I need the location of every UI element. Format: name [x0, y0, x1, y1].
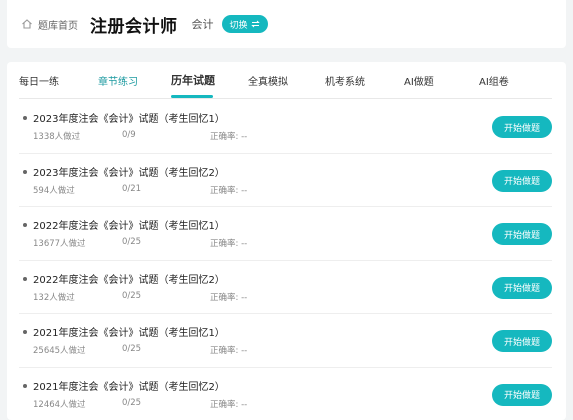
- progress-count: 0/25: [122, 290, 142, 301]
- attempt-count: 25645人做过: [33, 346, 86, 356]
- breadcrumb-home[interactable]: 题库首页: [38, 17, 78, 32]
- bullet-dot: [23, 223, 27, 227]
- progress-count: 0/25: [122, 344, 142, 354]
- progress-count: 0/21: [122, 183, 142, 194]
- start-practice-button[interactable]: 开始做题: [492, 383, 552, 406]
- paper-row: 2022年度注会《会计》试题（考生回忆2） 132人做过 0/25 正确率: -…: [19, 261, 552, 314]
- start-practice-button[interactable]: 开始做题: [492, 330, 552, 352]
- tab-ai-practice[interactable]: AI做题: [404, 73, 434, 88]
- progress-count: 0/25: [122, 237, 142, 247]
- paper-row: 2023年度注会《会计》试题（考生回忆2） 594人做过 0/21 正确率: -…: [19, 154, 552, 207]
- paper-title: 2023年度注会《会计》试题（考生回忆1）: [33, 114, 225, 125]
- home-icon[interactable]: [21, 18, 33, 30]
- tab-daily-practice[interactable]: 每日一练: [19, 73, 59, 88]
- main-panel: 每日一练 章节练习 历年试题 全真模拟 机考系统 AI做题 AI组卷 2023年…: [7, 62, 566, 420]
- paper-row: 2021年度注会《会计》试题（考生回忆1） 25645人做过 0/25 正确率:…: [19, 314, 552, 368]
- active-tab-indicator: [171, 95, 213, 98]
- accuracy-rate: 正确率: --: [210, 132, 248, 142]
- tab-full-mock[interactable]: 全真模拟: [248, 73, 288, 88]
- paper-row: 2022年度注会《会计》试题（考生回忆1） 13677人做过 0/25 正确率:…: [19, 207, 552, 261]
- paper-title: 2022年度注会《会计》试题（考生回忆1）: [33, 221, 225, 232]
- paper-title: 2021年度注会《会计》试题（考生回忆2）: [33, 381, 225, 393]
- bullet-dot: [23, 383, 27, 388]
- tab-ai-paper[interactable]: AI组卷: [479, 73, 509, 88]
- subject-label: 会计: [191, 18, 214, 31]
- paper-title: 2022年度注会《会计》试题（考生回忆2）: [33, 274, 225, 286]
- tab-bar: 每日一练 章节练习 历年试题 全真模拟 机考系统 AI做题 AI组卷: [19, 62, 552, 99]
- accuracy-rate: 正确率: --: [210, 346, 248, 356]
- start-practice-button[interactable]: 开始做题: [492, 276, 552, 299]
- paper-row: 2023年度注会《会计》试题（考生回忆1） 1338人做过 0/9 正确率: -…: [19, 100, 552, 154]
- tab-chapter-practice[interactable]: 章节练习: [98, 73, 138, 88]
- start-practice-button[interactable]: 开始做题: [492, 223, 552, 245]
- progress-count: 0/25: [122, 397, 142, 408]
- start-practice-button[interactable]: 开始做题: [492, 116, 552, 138]
- progress-count: 0/9: [122, 130, 136, 140]
- attempt-count: 12464人做过: [33, 399, 86, 410]
- accuracy-rate: 正确率: --: [210, 292, 248, 303]
- attempt-count: 13677人做过: [33, 239, 86, 249]
- start-practice-button[interactable]: 开始做题: [492, 169, 552, 192]
- bullet-dot: [23, 169, 27, 174]
- switch-label: 切换: [229, 20, 248, 31]
- bullet-dot: [23, 330, 27, 334]
- page-title: 注册会计师: [90, 16, 178, 37]
- tab-past-exams[interactable]: 历年试题: [171, 72, 215, 88]
- paper-title: 2023年度注会《会计》试题（考生回忆2）: [33, 167, 225, 179]
- accuracy-rate: 正确率: --: [210, 185, 248, 196]
- paper-list: 2023年度注会《会计》试题（考生回忆1） 1338人做过 0/9 正确率: -…: [7, 100, 566, 420]
- paper-title: 2021年度注会《会计》试题（考生回忆1）: [33, 328, 225, 339]
- attempt-count: 594人做过: [33, 185, 75, 196]
- bullet-dot: [23, 116, 27, 120]
- swap-icon: [250, 20, 260, 28]
- accuracy-rate: 正确率: --: [210, 239, 248, 249]
- bullet-dot: [23, 276, 27, 281]
- tab-computer-exam[interactable]: 机考系统: [325, 73, 365, 88]
- switch-subject-button[interactable]: 切换: [221, 15, 268, 33]
- attempt-count: 1338人做过: [33, 132, 81, 142]
- attempt-count: 132人做过: [33, 292, 75, 303]
- paper-row: 2021年度注会《会计》试题（考生回忆2） 12464人做过 0/25 正确率:…: [19, 368, 552, 420]
- page-header: 题库首页 注册会计师 会计 切换: [7, 0, 566, 48]
- accuracy-rate: 正确率: --: [210, 399, 248, 410]
